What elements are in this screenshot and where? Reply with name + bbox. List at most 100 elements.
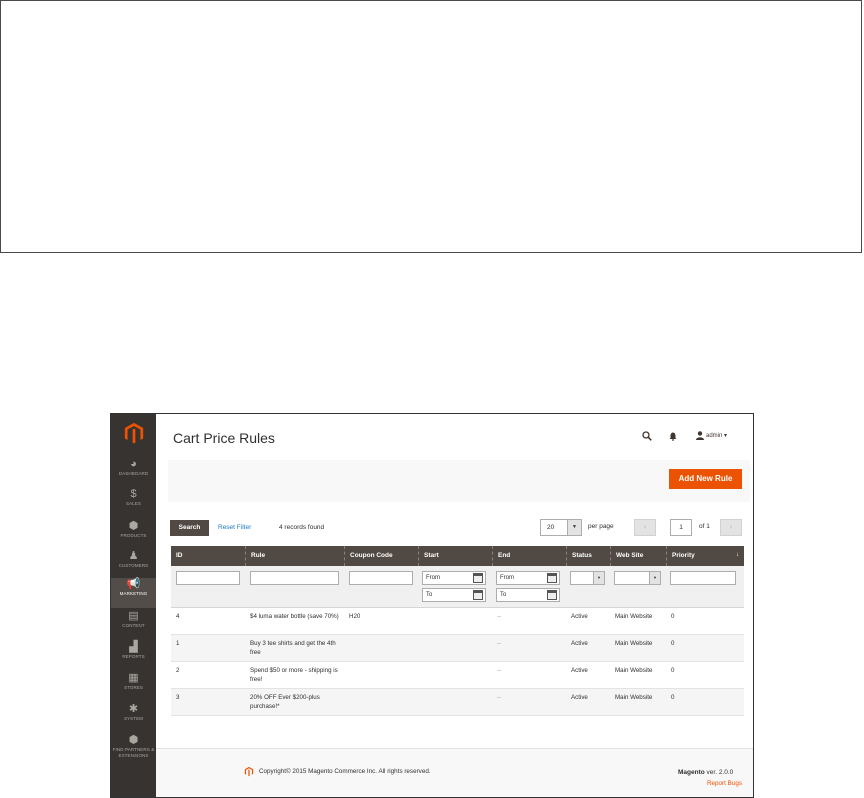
nav-stores[interactable]: ▦ STORES — [111, 672, 156, 702]
report-bugs-link[interactable]: Report Bugs — [707, 780, 742, 787]
cell-coupon: H20 — [349, 613, 361, 620]
brand-name: Magento — [678, 769, 705, 776]
prev-page-button[interactable]: ‹ — [634, 519, 656, 536]
col-start[interactable]: Start — [418, 546, 492, 566]
nav-label: PRODUCTS — [120, 533, 147, 538]
cell-end: -- — [497, 640, 502, 647]
cell-rule: 20% OFF Ever $200-plus purchase!* — [250, 694, 320, 710]
search-icon[interactable] — [642, 431, 652, 441]
nav-label: CUSTOMERS — [118, 563, 149, 568]
chevron-down-icon: ▼ — [593, 572, 604, 584]
cell-website: Main Website — [615, 694, 653, 701]
megaphone-icon: 📢 — [126, 578, 141, 590]
cube-icon: ⬢ — [128, 520, 139, 532]
filter-coupon-input[interactable] — [349, 571, 413, 585]
cell-priority: 0 — [671, 694, 675, 701]
nav-content[interactable]: ▤ CONTENT — [111, 610, 156, 640]
table-row[interactable]: 1 Buy 3 tee shirts and get the 4th free … — [171, 635, 744, 662]
nav-marketing[interactable]: 📢 MARKETING — [111, 578, 156, 608]
rules-grid: ID Rule Coupon Code Start End Status Web… — [171, 546, 744, 716]
nav-sales[interactable]: $ SALES — [111, 488, 156, 518]
cell-status: Active — [571, 694, 588, 701]
filter-website-select[interactable]: ▼ — [614, 571, 661, 585]
magento-logo-icon — [244, 766, 254, 777]
page-title: Cart Price Rules — [173, 430, 275, 446]
cell-id: 3 — [176, 694, 180, 701]
sort-arrow-icon[interactable]: ↓ — [736, 546, 739, 564]
filter-start-to-placeholder: To — [426, 592, 433, 598]
nav-find-partners[interactable]: ⬢ FIND PARTNERS & EXTENSIONS — [111, 734, 156, 768]
table-row[interactable]: 4 $4 luma water bottle (save 70%) H20 --… — [171, 608, 744, 635]
filter-start-from-placeholder: From — [426, 575, 440, 581]
bell-icon[interactable] — [669, 432, 677, 441]
filter-status-select[interactable]: ▼ — [570, 571, 605, 585]
calendar-icon[interactable] — [547, 573, 557, 583]
nav-products[interactable]: ⬢ PRODUCTS — [111, 520, 156, 550]
nav-label: REPORTS — [122, 654, 145, 659]
grid-header: ID Rule Coupon Code Start End Status Web… — [171, 546, 744, 566]
gear-icon: ✱ — [128, 703, 139, 715]
person-icon: ♟ — [128, 550, 139, 562]
records-count: 4 records found — [279, 524, 325, 531]
cell-website: Main Website — [615, 640, 653, 647]
col-priority[interactable]: Priority ↓ — [666, 546, 744, 566]
nav-system[interactable]: ✱ SYSTEM — [111, 703, 156, 733]
col-end[interactable]: End — [492, 546, 566, 566]
table-row[interactable]: 2 Spend $50 or more - shipping is free! … — [171, 662, 744, 689]
cell-status: Active — [571, 640, 588, 647]
filter-end-from-placeholder: From — [500, 575, 514, 581]
filter-end-to-placeholder: To — [500, 592, 507, 598]
cell-end: -- — [497, 667, 502, 674]
nav-reports[interactable]: ▟ REPORTS — [111, 641, 156, 671]
filter-id-input[interactable] — [176, 571, 240, 585]
col-website[interactable]: Web Site — [610, 546, 666, 566]
filter-row: From To From To ▼ ▼ — [171, 566, 744, 608]
chevron-down-icon: ▼ — [649, 572, 660, 584]
user-icon[interactable] — [696, 431, 704, 440]
col-coupon-code[interactable]: Coupon Code — [344, 546, 418, 566]
nav-label: SYSTEM — [123, 716, 144, 721]
dollar-icon: $ — [130, 488, 137, 500]
next-page-button[interactable]: › — [720, 519, 742, 536]
reset-filter-link[interactable]: Reset Filter — [218, 524, 251, 531]
nav-customers[interactable]: ♟ CUSTOMERS — [111, 550, 156, 580]
cell-id: 4 — [176, 613, 180, 620]
copyright-text: Copyright© 2015 Magento Commerce Inc. Al… — [259, 768, 431, 775]
calendar-icon[interactable] — [547, 590, 557, 600]
cell-id: 1 — [176, 640, 180, 647]
calendar-icon[interactable] — [473, 573, 483, 583]
cell-rule: Spend $50 or more - shipping is free! — [250, 667, 338, 683]
calendar-icon[interactable] — [473, 590, 483, 600]
nav-label: FIND PARTNERS & EXTENSIONS — [112, 747, 155, 758]
admin-user-menu[interactable]: admin ▾ — [706, 432, 727, 439]
filter-end-to[interactable]: To — [496, 588, 560, 602]
filter-priority-input[interactable] — [670, 571, 736, 585]
blank-frame — [0, 0, 862, 253]
cell-priority: 0 — [671, 667, 675, 674]
version-number: ver. 2.0.0 — [704, 769, 734, 776]
col-rule[interactable]: Rule — [245, 546, 344, 566]
table-row[interactable]: 3 20% OFF Ever $200-plus purchase!* -- A… — [171, 689, 744, 716]
per-page-label: per page — [588, 523, 614, 530]
nav-label: MARKETING — [119, 591, 148, 596]
page-input[interactable]: 1 — [670, 519, 692, 536]
cell-status: Active — [571, 613, 588, 620]
filter-end-from[interactable]: From — [496, 571, 560, 585]
cell-priority: 0 — [671, 640, 675, 647]
search-button[interactable]: Search — [170, 520, 209, 536]
filter-rule-input[interactable] — [250, 571, 339, 585]
magento-logo-icon[interactable] — [123, 422, 145, 444]
filter-start-from[interactable]: From — [422, 571, 486, 585]
cell-priority: 0 — [671, 613, 675, 620]
filter-start-to[interactable]: To — [422, 588, 486, 602]
per-page-select[interactable]: 20 ▼ — [540, 519, 582, 536]
chevron-down-icon: ▼ — [567, 520, 581, 535]
add-new-rule-button[interactable]: Add New Rule — [669, 469, 742, 489]
col-priority-label: Priority — [672, 552, 695, 559]
dashboard-icon: ◕ — [130, 458, 137, 470]
col-id[interactable]: ID — [171, 546, 245, 566]
nav-dashboard[interactable]: ◕ DASHBOARD — [111, 458, 156, 488]
cell-rule: $4 luma water bottle (save 70%) — [250, 613, 339, 620]
col-status[interactable]: Status — [566, 546, 610, 566]
per-page-value: 20 — [547, 524, 555, 531]
